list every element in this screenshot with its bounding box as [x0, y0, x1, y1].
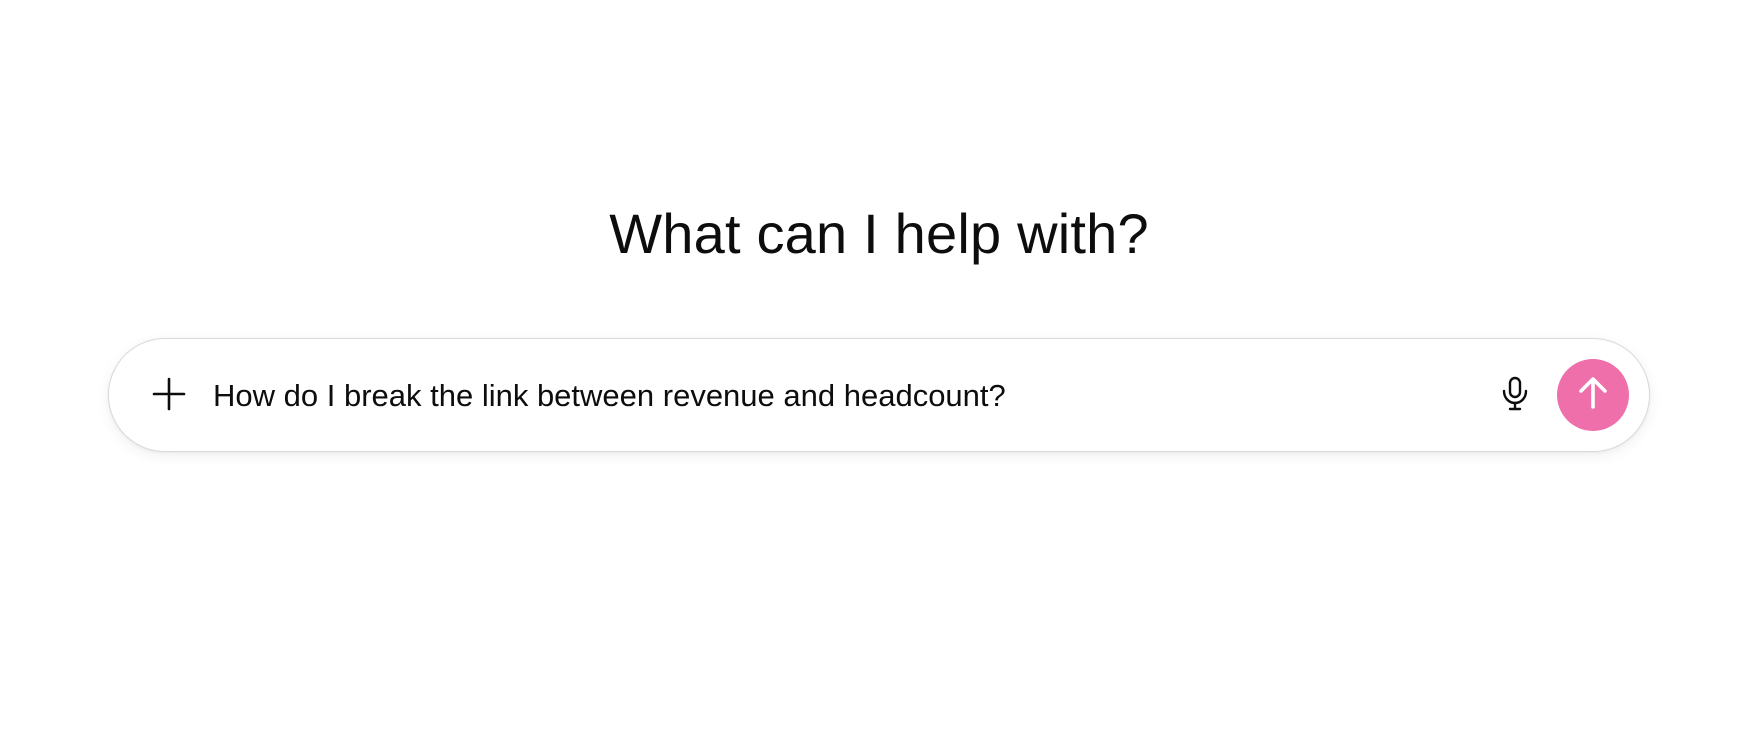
- page: What can I help with? How do I break the…: [0, 0, 1758, 740]
- microphone-icon: [1500, 376, 1530, 417]
- prompt-input[interactable]: How do I break the link between revenue …: [213, 372, 1006, 420]
- voice-input-button[interactable]: [1491, 372, 1539, 420]
- prompt-composer[interactable]: How do I break the link between revenue …: [108, 338, 1650, 452]
- attach-button[interactable]: [145, 372, 193, 420]
- arrow-up-icon: [1577, 376, 1609, 415]
- send-button[interactable]: [1557, 359, 1629, 431]
- plus-icon: [152, 377, 186, 416]
- page-title: What can I help with?: [609, 202, 1149, 265]
